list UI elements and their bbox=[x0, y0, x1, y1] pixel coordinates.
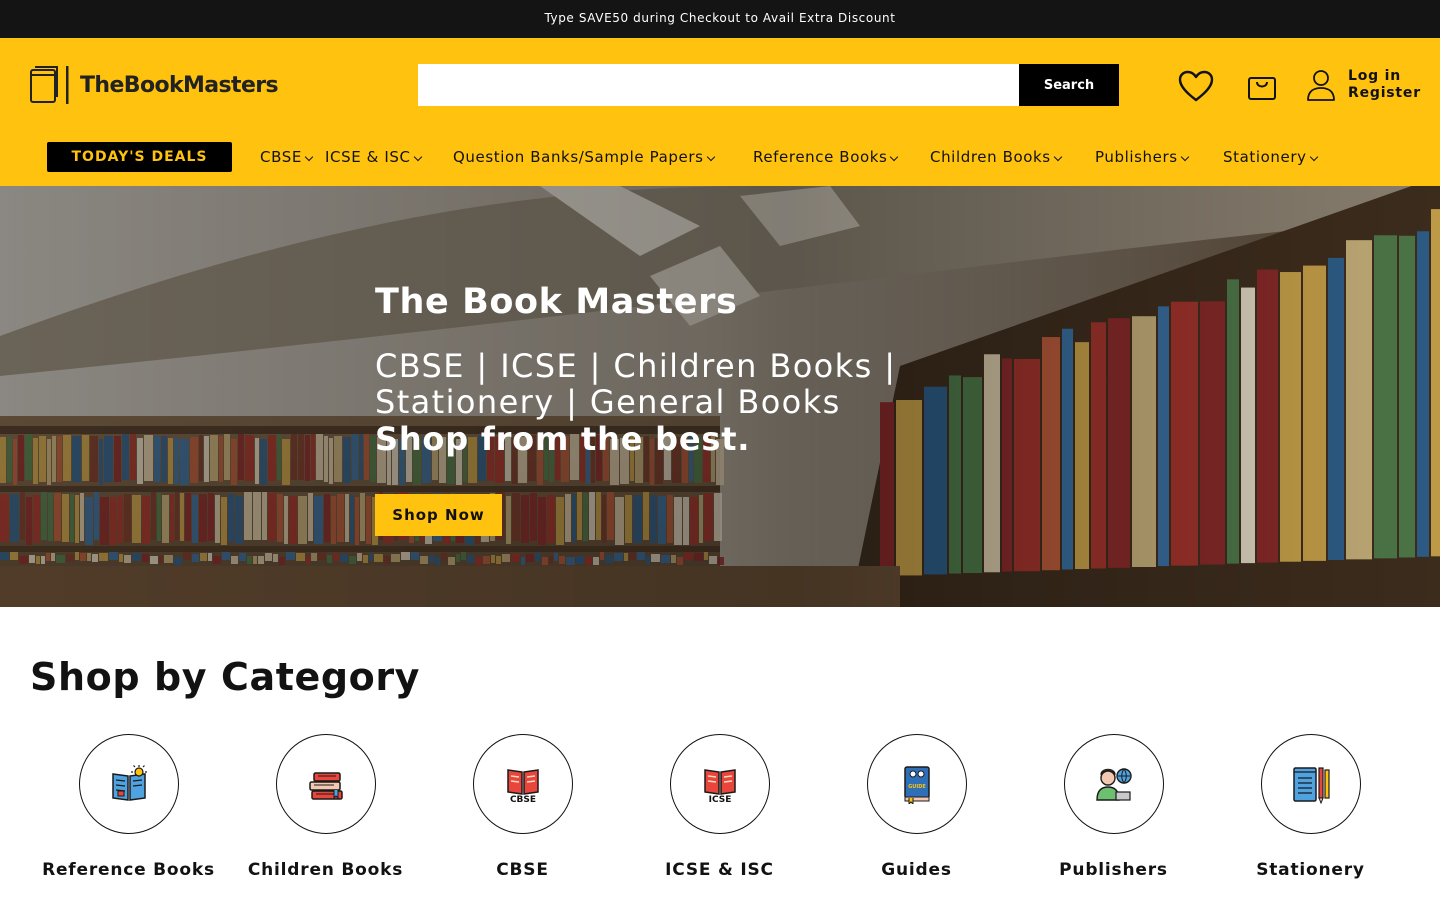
nav-item-label: ICSE & ISC bbox=[325, 148, 411, 166]
category-label: CBSE bbox=[496, 860, 549, 880]
chevron-down-icon bbox=[1053, 152, 1062, 162]
category-circle bbox=[78, 734, 179, 834]
chevron-down-icon bbox=[706, 152, 715, 162]
category-circle: GUIDE bbox=[866, 734, 967, 834]
category-cbse[interactable]: CBSE CBSE bbox=[424, 734, 621, 880]
hero-banner: The Book Masters CBSE | ICSE | Children … bbox=[0, 186, 1440, 607]
category-circle bbox=[275, 734, 376, 834]
nav-item-label: Question Banks/Sample Papers bbox=[453, 148, 704, 166]
hero-tagline: Shop from the best. bbox=[375, 420, 751, 458]
site-logo[interactable]: TheBookMasters bbox=[30, 66, 279, 104]
guide-book-icon: GUIDE bbox=[903, 766, 930, 804]
category-reference-books[interactable]: Reference Books bbox=[30, 734, 227, 880]
nav-item-label: Children Books bbox=[930, 148, 1051, 166]
category-children-books[interactable]: Children Books bbox=[227, 734, 424, 880]
nav-item-label: Publishers bbox=[1095, 148, 1178, 166]
publisher-icon bbox=[1095, 768, 1132, 801]
chevron-down-icon bbox=[413, 152, 422, 162]
chevron-down-icon bbox=[1180, 152, 1189, 162]
site-header: TheBookMasters Search Log in Register bbox=[0, 38, 1440, 128]
bag-icon bbox=[1248, 77, 1276, 100]
cbse-badge: CBSE bbox=[509, 795, 535, 804]
nav-item-publishers[interactable]: Publishers bbox=[1095, 148, 1189, 166]
category-icse-isc[interactable]: ICSE ICSE & ISC bbox=[621, 734, 818, 880]
category-circle bbox=[1063, 734, 1164, 834]
wishlist-button[interactable] bbox=[1178, 68, 1214, 104]
category-label: Guides bbox=[881, 860, 952, 880]
search-button[interactable]: Search bbox=[1019, 64, 1119, 106]
nav-item-question-banks[interactable]: Question Banks/Sample Papers bbox=[453, 148, 715, 166]
chevron-down-icon bbox=[1309, 152, 1318, 162]
book-logo-icon bbox=[30, 66, 70, 104]
account-menu: Log in Register bbox=[1306, 68, 1421, 102]
logo-text: TheBookMasters bbox=[80, 72, 279, 98]
nav-item-label: CBSE bbox=[260, 148, 302, 166]
icse-book-icon: ICSE bbox=[703, 769, 736, 804]
cart-button[interactable] bbox=[1244, 68, 1280, 104]
category-stationery[interactable]: Stationery bbox=[1212, 734, 1409, 880]
search-input[interactable] bbox=[418, 64, 1019, 106]
heart-icon bbox=[1178, 70, 1214, 102]
nav-item-label: Stationery bbox=[1223, 148, 1307, 166]
chevron-down-icon bbox=[304, 152, 314, 162]
category-label: Reference Books bbox=[42, 860, 215, 880]
reading-book-icon bbox=[111, 765, 147, 801]
chevron-down-icon bbox=[890, 152, 899, 162]
announcement-text: Type SAVE50 during Checkout to Avail Ext… bbox=[544, 11, 896, 25]
category-guides[interactable]: GUIDE Guides bbox=[818, 734, 1015, 880]
category-circle: CBSE bbox=[472, 734, 573, 834]
stationery-icon bbox=[1292, 767, 1330, 804]
nav-item-stationery[interactable]: Stationery bbox=[1223, 148, 1318, 166]
category-publishers[interactable]: Publishers bbox=[1015, 734, 1212, 880]
main-nav: TODAY'S DEALS CBSE ICSE & ISC Question B… bbox=[0, 128, 1440, 186]
category-label: Publishers bbox=[1059, 860, 1168, 880]
nav-item-icse-isc[interactable]: ICSE & ISC bbox=[325, 148, 422, 166]
announcement-bar: Type SAVE50 during Checkout to Avail Ext… bbox=[0, 0, 1440, 38]
login-link[interactable]: Log in bbox=[1348, 68, 1421, 85]
hero-subtitle: CBSE | ICSE | Children Books | Stationer… bbox=[375, 347, 897, 421]
hero-title: The Book Masters bbox=[375, 282, 738, 322]
cbse-book-icon: CBSE bbox=[506, 769, 539, 804]
nav-item-children-books[interactable]: Children Books bbox=[930, 148, 1062, 166]
guide-badge: GUIDE bbox=[908, 784, 926, 790]
category-circle: ICSE bbox=[669, 734, 770, 834]
nav-item-cbse[interactable]: CBSE bbox=[260, 148, 314, 166]
nav-item-reference-books[interactable]: Reference Books bbox=[753, 148, 899, 166]
shop-now-button[interactable]: Shop Now bbox=[375, 494, 502, 536]
icse-badge: ICSE bbox=[708, 795, 731, 804]
register-link[interactable]: Register bbox=[1348, 85, 1421, 102]
search-bar: Search bbox=[418, 64, 1119, 106]
category-label: ICSE & ISC bbox=[665, 860, 774, 880]
book-stack-icon bbox=[308, 772, 343, 800]
user-icon[interactable] bbox=[1306, 69, 1336, 101]
category-label: Children Books bbox=[247, 860, 404, 880]
category-circle bbox=[1260, 734, 1361, 834]
category-label: Stationery bbox=[1256, 860, 1365, 880]
todays-deals-button[interactable]: TODAY'S DEALS bbox=[47, 142, 232, 172]
category-section-title: Shop by Category bbox=[30, 655, 421, 699]
nav-item-label: Reference Books bbox=[753, 148, 888, 166]
